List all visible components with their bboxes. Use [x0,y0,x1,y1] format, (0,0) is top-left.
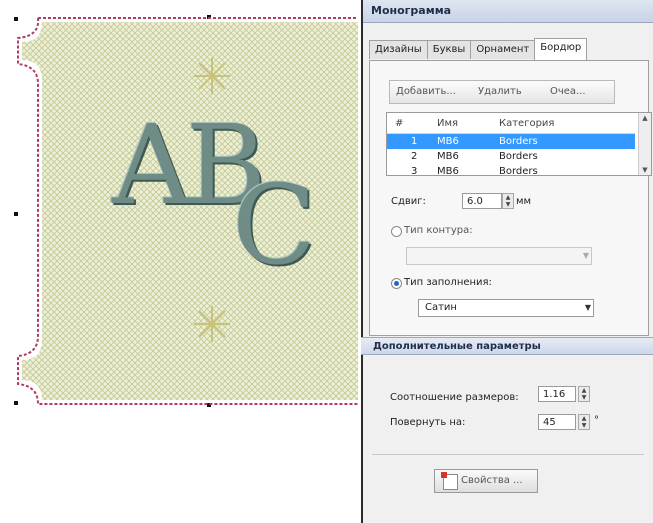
border-toolbar: Добавить... Удалить Очеa... [389,80,615,104]
row-number: 2 [411,151,418,162]
clear-button[interactable]: Очеa... [550,81,586,103]
monogram-c: C [232,161,316,289]
row-number: 3 [411,166,418,176]
spin-up-icon[interactable]: ▲ [579,387,589,394]
offset-spinner[interactable]: ▲ ▼ [502,193,514,209]
rotate-spinner[interactable]: ▲ ▼ [578,414,590,430]
ratio-label: Соотношение размеров: [390,392,519,403]
scroll-up-icon[interactable]: ▲ [639,113,651,123]
rotate-input[interactable]: 45 [538,414,576,430]
table-row[interactable]: 2 MB6 Borders [387,149,635,164]
table-row[interactable]: 3 MB6 Borders [387,164,635,176]
row-name: MB6 [437,151,459,162]
column-header-name[interactable]: Имя [436,113,498,134]
offset-label: Сдвиг: [391,196,426,207]
spin-up-icon[interactable]: ▲ [579,415,589,422]
spin-down-icon[interactable]: ▼ [579,394,589,401]
properties-label: Свойства ... [461,475,523,486]
panel-divider [372,454,644,455]
fill-type-select[interactable]: Сатин ▼ [418,299,594,317]
design-canvas[interactable]: AB C [0,0,360,523]
row-category: Borders [499,151,538,162]
panel-title: Монограмма [363,0,653,23]
offset-unit: мм [516,196,532,207]
rotate-label: Повернуть на: [390,417,466,428]
row-category: Borders [498,133,635,149]
star-motif-icon [194,58,230,94]
chevron-down-icon: ▼ [584,303,591,312]
scroll-down-icon[interactable]: ▼ [639,165,651,175]
row-number: 1 [387,133,436,149]
outline-type-label: Тип контура: [404,225,473,236]
tab-border[interactable]: Бордюр [534,38,588,60]
tab-bar: Дизайны Буквы Орнамент Бордюр [369,38,588,60]
add-button[interactable]: Добавить... [396,81,456,103]
ratio-input[interactable]: 1.16 [538,386,576,402]
table-scrollbar[interactable]: ▲ ▼ [638,113,651,175]
fill-type-label: Тип заполнения: [404,277,492,288]
row-name: MB6 [437,166,459,176]
chevron-down-icon: ▼ [582,251,589,260]
star-motif-icon [194,306,230,342]
borders-table[interactable]: # Имя Категория 1 MB6 Borders 2 MB6 Bord… [386,112,652,176]
fill-type-value: Сатин [425,302,457,313]
rotate-unit: ° [594,415,599,426]
tab-letters[interactable]: Буквы [426,40,472,59]
delete-button[interactable]: Удалить [478,81,522,103]
fill-type-radio[interactable] [391,278,402,289]
ratio-spinner[interactable]: ▲ ▼ [578,386,590,402]
tab-ornament[interactable]: Орнамент [470,40,536,59]
table-row[interactable]: 1 MB6 Borders [387,133,635,149]
spin-down-icon[interactable]: ▼ [503,201,513,208]
monogram-letters: AB C [112,110,316,280]
advanced-params-header[interactable]: Дополнительные параметры [361,337,653,355]
offset-input[interactable]: 6.0 [462,193,502,209]
outline-type-select: ▼ [406,247,592,265]
tab-designs[interactable]: Дизайны [369,40,428,59]
properties-icon [441,472,458,490]
spin-up-icon[interactable]: ▲ [503,194,513,201]
spin-down-icon[interactable]: ▼ [579,422,589,429]
column-header-category[interactable]: Категория [498,113,635,134]
properties-button[interactable]: Свойства ... [434,469,538,493]
column-header-number[interactable]: # [387,113,436,134]
row-name: MB6 [436,133,498,149]
outline-type-radio[interactable] [391,226,402,237]
row-category: Borders [499,166,538,176]
